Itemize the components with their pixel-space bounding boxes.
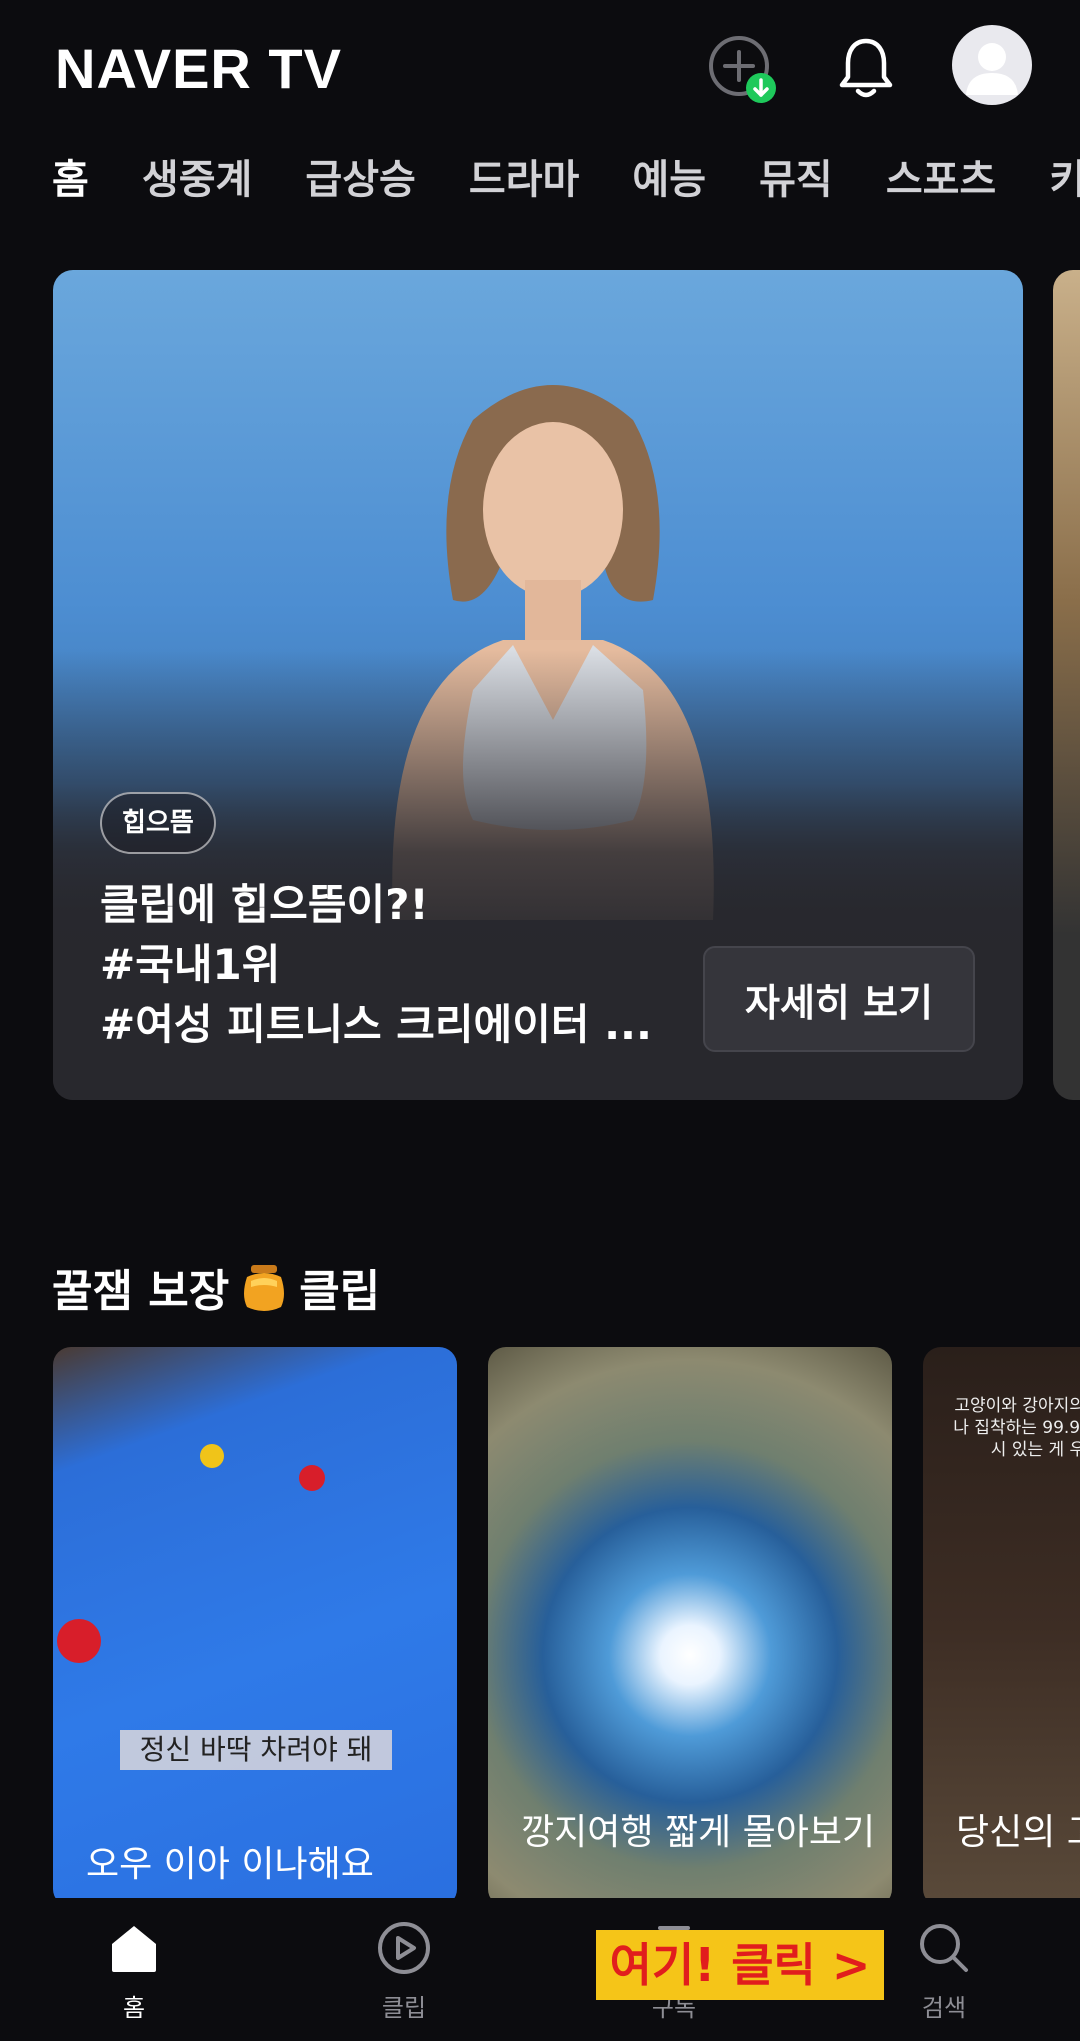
section-title: 꿀잼 보장 클립 <box>52 1255 380 1319</box>
promo-click-banner[interactable]: 여기! 클릭 > <box>596 1930 884 2000</box>
nav-home[interactable]: 홈 <box>74 1920 194 2023</box>
nav-label: 검색 <box>921 1994 967 2022</box>
video-subtitle: 정신 바딱 차려야 돼 <box>120 1730 392 1770</box>
honey-pot-icon <box>244 1265 285 1311</box>
naver-tv-logo[interactable]: NAVER TV <box>55 36 342 101</box>
tab-entertainment[interactable]: 예능 <box>632 145 706 215</box>
search-icon <box>920 1924 968 1972</box>
clip-caption: 깡지여행 짧게 몰아보기 <box>521 1812 876 1853</box>
tab-live[interactable]: 생중계 <box>142 145 252 215</box>
clip-card[interactable]: 깡지여행 짧게 몰아보기 <box>488 1347 892 1907</box>
bell-icon <box>839 38 893 98</box>
clip-card[interactable]: 정신 바딱 차려야 돼 오우 이아 이나해요 <box>53 1347 457 1907</box>
upload-button[interactable] <box>703 30 779 106</box>
nav-label: 홈 <box>122 1994 146 2022</box>
tab-more[interactable]: 키 <box>1049 145 1080 215</box>
tab-music[interactable]: 뮤직 <box>759 145 833 215</box>
section-title-prefix: 꿀잼 보장 <box>52 1266 230 1317</box>
category-tabs: 홈 생중계 급상승 드라마 예능 뮤직 스포츠 키 <box>52 145 1080 215</box>
clip-overlay-text: 고양이와 강아지의 얼마나 집착하는 99.99%의 시 있는 게 우 <box>953 1396 1080 1460</box>
app-header: NAVER TV <box>0 0 1080 130</box>
nav-search[interactable]: 검색 <box>884 1920 1004 2023</box>
view-details-button[interactable]: 자세히 보기 <box>703 946 975 1052</box>
hero-title-line: 클립에 힙으뜸이?! <box>100 880 429 929</box>
add-download-icon <box>709 36 776 103</box>
billiard-ball <box>57 1619 101 1663</box>
nav-label: 클립 <box>381 1994 427 2022</box>
clip-caption: 당신의 고 <box>956 1812 1080 1853</box>
hero-title-line: #국내1위 <box>100 940 281 989</box>
billiard-ball <box>200 1444 224 1468</box>
tab-sports[interactable]: 스포츠 <box>886 145 996 215</box>
hero-banner[interactable]: 힙으뜸 클립에 힙으뜸이?! #국내1위 #여성 피트니스 크리에이터 ... … <box>53 270 1023 1100</box>
next-hero-banner-peek[interactable] <box>1053 270 1080 1100</box>
notification-button[interactable] <box>828 30 904 106</box>
hero-title: 클립에 힙으뜸이?! #국내1위 #여성 피트니스 크리에이터 ... <box>100 875 680 1055</box>
tab-trending[interactable]: 급상승 <box>305 145 415 215</box>
section-title-suffix: 클립 <box>299 1266 381 1317</box>
clip-caption: 오우 이아 이나해요 <box>86 1844 374 1885</box>
hero-tag-chip[interactable]: 힙으뜸 <box>100 792 216 854</box>
clip-card[interactable]: 고양이와 강아지의 얼마나 집착하는 99.99%의 시 있는 게 우 당신의 … <box>923 1347 1080 1907</box>
profile-avatar[interactable] <box>952 25 1032 105</box>
hero-title-line: #여성 피트니스 크리에이터 ... <box>100 1000 652 1049</box>
nav-clip[interactable]: 클립 <box>344 1920 464 2023</box>
home-icon <box>112 1926 156 1972</box>
user-avatar-icon <box>966 43 1018 95</box>
tab-home[interactable]: 홈 <box>52 145 89 215</box>
tab-drama[interactable]: 드라마 <box>469 145 579 215</box>
play-circle-icon <box>378 1922 430 1974</box>
billiard-ball <box>299 1465 325 1491</box>
bottom-navigation: 홈 클립 구독 검색 <box>0 1898 1080 2041</box>
